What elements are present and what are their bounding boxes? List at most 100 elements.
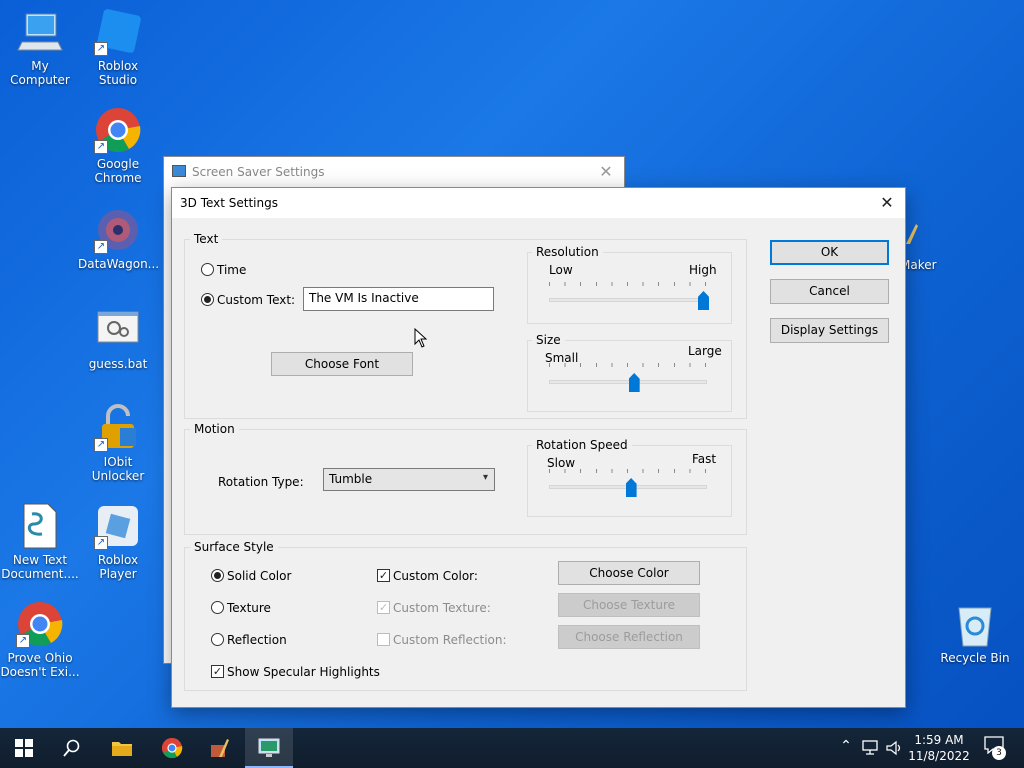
desktop-icon-new-text-document[interactable]: New Text Document....: [0, 502, 80, 581]
cancel-button[interactable]: Cancel: [770, 279, 889, 304]
desktop-icon-prove-ohio[interactable]: ↗ Prove Ohio Doesn't Exi...: [0, 600, 80, 679]
desktop-icon-label: Prove Ohio Doesn't Exi...: [0, 651, 80, 679]
custom-color-label: Custom Color:: [393, 569, 478, 583]
rotation-speed-ticks: [549, 469, 707, 473]
resolution-ticks: [549, 282, 707, 286]
title-bar[interactable]: 3D Text Settings ✕: [172, 188, 905, 218]
custom-reflection-checkbox[interactable]: [377, 633, 390, 646]
notification-center-button[interactable]: 3: [980, 736, 1008, 760]
ok-button[interactable]: OK: [770, 240, 889, 265]
text-group-label: Text: [190, 232, 223, 246]
display-settings-icon: [258, 738, 280, 757]
roblox-studio-icon: ↗: [94, 8, 142, 56]
desktop-icon-label: Roblox Studio: [97, 59, 139, 87]
dialog-title: 3D Text Settings: [180, 196, 278, 210]
text-document-icon: [16, 502, 64, 550]
chevron-down-icon: ▾: [482, 472, 488, 483]
choose-font-button[interactable]: Choose Font: [271, 352, 413, 376]
custom-reflection-label: Custom Reflection:: [393, 633, 507, 647]
unlocker-icon: ↗: [94, 404, 142, 452]
specular-highlights-checkbox[interactable]: ✓: [211, 665, 224, 678]
taskbar-app[interactable]: [196, 728, 244, 768]
custom-texture-label: Custom Texture:: [393, 601, 491, 615]
rotation-type-select[interactable]: Tumble ▾: [323, 468, 495, 491]
maker-app-icon: [211, 739, 229, 757]
screen-saver-app-icon: [172, 165, 186, 177]
clock[interactable]: 1:59 AM 11/8/2022: [905, 732, 973, 764]
chevron-up-icon[interactable]: ⌃: [838, 738, 854, 754]
solid-color-label: Solid Color: [227, 569, 292, 583]
choose-texture-button[interactable]: Choose Texture: [558, 593, 700, 617]
resolution-high-label: High: [689, 263, 717, 277]
desktop-icon-label: New Text Document....: [1, 553, 79, 581]
roblox-player-icon: ↗: [94, 502, 142, 550]
search-icon: [63, 739, 80, 757]
clock-time: 1:59 AM: [914, 733, 964, 747]
3d-text-settings-dialog[interactable]: 3D Text Settings ✕ Text Time Custom Text…: [171, 187, 906, 708]
size-large-label: Large: [688, 344, 722, 358]
texture-label: Texture: [227, 601, 271, 615]
choose-reflection-button[interactable]: Choose Reflection: [558, 625, 700, 649]
rotation-speed-slow-label: Slow: [547, 456, 576, 470]
desktop-icon-label: Google Chrome: [94, 157, 142, 185]
size-label: Size: [532, 333, 565, 347]
surface-style-label: Surface Style: [190, 540, 278, 554]
taskbar-chrome[interactable]: [148, 728, 196, 768]
desktop-icon-recycle-bin[interactable]: Recycle Bin: [935, 600, 1015, 665]
notification-count-badge: 3: [992, 746, 1006, 760]
close-icon[interactable]: ✕: [594, 161, 618, 183]
custom-color-checkbox[interactable]: ✓: [377, 569, 390, 582]
computer-icon: [16, 8, 64, 56]
size-slider-track[interactable]: [549, 380, 707, 384]
choose-color-button[interactable]: Choose Color: [558, 561, 700, 585]
rotation-type-value: Tumble: [329, 472, 373, 486]
datawagon-icon: ↗: [94, 206, 142, 254]
volume-icon[interactable]: [886, 740, 904, 756]
maker-icon: [904, 222, 920, 246]
shortcut-arrow-icon: ↗: [16, 634, 30, 648]
custom-texture-checkbox[interactable]: ✓: [377, 601, 390, 614]
desktop-icon-roblox-studio[interactable]: ↗ Roblox Studio: [78, 8, 158, 87]
desktop-icon-guess-bat[interactable]: guess.bat: [78, 306, 158, 371]
desktop-icon-label: guess.bat: [88, 357, 148, 371]
chrome-icon: ↗: [94, 106, 142, 154]
taskbar-file-explorer[interactable]: [98, 728, 146, 768]
solid-color-radio[interactable]: [211, 569, 224, 582]
desktop-icon-datawagon[interactable]: ↗ DataWagon...: [78, 206, 160, 271]
shortcut-arrow-icon: ↗: [94, 536, 108, 550]
mouse-cursor-icon: [414, 328, 428, 348]
start-button[interactable]: [0, 728, 48, 768]
window-title: Screen Saver Settings: [192, 165, 325, 179]
reflection-radio[interactable]: [211, 633, 224, 646]
network-icon[interactable]: [862, 740, 880, 756]
display-settings-button[interactable]: Display Settings: [770, 318, 889, 343]
shortcut-arrow-icon: ↗: [94, 240, 108, 254]
size-ticks: [549, 363, 707, 367]
desktop-icon-label: My Computer: [10, 59, 70, 87]
desktop-icon-label: IObit Unlocker: [91, 455, 145, 483]
desktop-icon-my-computer[interactable]: My Computer: [0, 8, 80, 87]
rotation-speed-fast-label: Fast: [692, 452, 717, 466]
time-label: Time: [217, 263, 247, 277]
desktop-icon-iobit-unlocker[interactable]: ↗ IObit Unlocker: [78, 404, 158, 483]
shortcut-arrow-icon: ↗: [94, 438, 108, 452]
texture-radio[interactable]: [211, 601, 224, 614]
title-bar[interactable]: Screen Saver Settings ✕: [164, 157, 624, 187]
time-radio[interactable]: [201, 263, 214, 276]
desktop-icon-google-chrome[interactable]: ↗ Google Chrome: [78, 106, 158, 185]
desktop-icon-label: DataWagon...: [78, 257, 160, 271]
custom-text-input[interactable]: The VM Is Inactive: [303, 287, 494, 311]
taskbar-screen-saver-settings[interactable]: [245, 728, 293, 768]
windows-logo-icon: [15, 739, 33, 757]
resolution-low-label: Low: [549, 263, 573, 277]
custom-text-radio[interactable]: [201, 293, 214, 306]
reflection-label: Reflection: [227, 633, 287, 647]
shortcut-arrow-icon: ↗: [94, 140, 108, 154]
search-button[interactable]: [48, 728, 96, 768]
close-icon[interactable]: ✕: [875, 192, 899, 214]
resolution-slider-track[interactable]: [549, 298, 707, 302]
batch-file-icon: [94, 306, 142, 354]
desktop-icon-roblox-player[interactable]: ↗ Roblox Player: [78, 502, 158, 581]
custom-text-label: Custom Text:: [217, 293, 296, 307]
taskbar: ⌃ 1:59 AM 11/8/2022 3: [0, 728, 1024, 768]
